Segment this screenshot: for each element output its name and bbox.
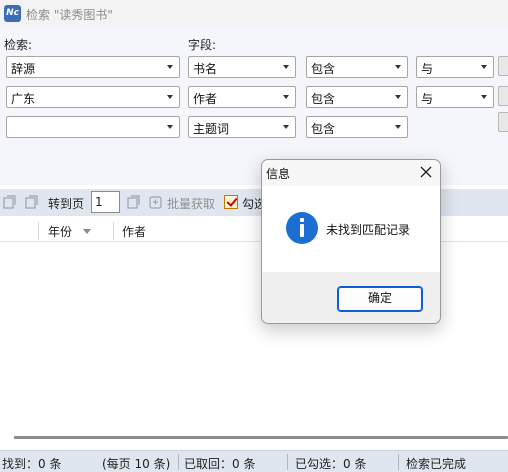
logic-value: 与	[421, 62, 434, 76]
field-combo-1[interactable]: 书名	[188, 56, 296, 78]
match-value: 包含	[311, 122, 336, 136]
status-separator	[178, 454, 179, 470]
status-found: 找到：0 条	[2, 457, 62, 471]
dialog-body: 未找到匹配记录	[262, 186, 440, 272]
chevron-down-icon	[395, 65, 401, 69]
search-term-combo-2[interactable]: 广东	[6, 86, 180, 108]
logic-combo-2[interactable]: 与	[416, 86, 494, 108]
prev-page-icon[interactable]	[24, 195, 39, 210]
chevron-down-icon	[167, 65, 173, 69]
side-action-button-3[interactable]	[498, 112, 508, 132]
search-term-value: 辞源	[11, 62, 36, 76]
ok-button[interactable]: 确定	[337, 286, 423, 312]
chevron-down-icon	[283, 65, 289, 69]
title-bar: Nc 检索 "读秀图书"	[0, 0, 508, 28]
status-bar: 找到：0 条 (每页 10 条) 已取回：0 条 已勾选：0 条 检索已完成	[0, 450, 508, 472]
batch-fetch-icon	[149, 196, 162, 209]
window-title: 检索 "读秀图书"	[26, 8, 113, 22]
field-value: 作者	[193, 92, 218, 106]
horizontal-scrollbar[interactable]	[14, 436, 508, 439]
match-combo-2[interactable]: 包含	[306, 86, 408, 108]
page-number-input[interactable]: 1	[91, 191, 120, 213]
match-value: 包含	[311, 92, 336, 106]
field-combo-2[interactable]: 作者	[188, 86, 296, 108]
info-dialog: 信息 未找到匹配记录 确定	[261, 159, 441, 324]
field-combo-3[interactable]: 主题词	[188, 116, 296, 138]
status-search-state: 检索已完成	[406, 457, 467, 471]
close-icon[interactable]	[419, 165, 433, 179]
column-separator	[113, 222, 114, 240]
chevron-down-icon	[167, 95, 173, 99]
goto-page-label: 转到页	[48, 197, 85, 211]
chevron-down-icon	[481, 95, 487, 99]
column-separator	[38, 222, 39, 240]
search-term-combo-3[interactable]	[6, 116, 180, 138]
search-term-value: 广东	[11, 92, 36, 106]
dialog-title: 信息	[266, 167, 291, 181]
sort-desc-icon	[83, 229, 91, 234]
side-action-button-2[interactable]	[498, 86, 508, 106]
chevron-down-icon	[283, 95, 289, 99]
match-combo-3[interactable]: 包含	[306, 116, 408, 138]
chevron-down-icon	[283, 125, 289, 129]
search-label: 检索:	[4, 38, 33, 52]
batch-fetch-button[interactable]: 批量获取	[167, 195, 215, 212]
column-header-author[interactable]: 作者	[122, 223, 146, 240]
field-value: 主题词	[193, 122, 230, 136]
status-separator	[398, 454, 399, 470]
app-icon: Nc	[4, 5, 21, 22]
logic-value: 与	[421, 92, 434, 106]
status-separator	[287, 454, 288, 470]
search-term-combo-1[interactable]: 辞源	[6, 56, 180, 78]
side-action-button-1[interactable]	[498, 56, 508, 76]
match-combo-1[interactable]: 包含	[306, 56, 408, 78]
chevron-down-icon	[167, 125, 173, 129]
chevron-down-icon	[395, 125, 401, 129]
match-value: 包含	[311, 62, 336, 76]
status-checked: 已勾选：0 条	[295, 457, 367, 471]
next-page-icon[interactable]	[126, 195, 141, 210]
status-retrieved: 已取回：0 条	[184, 457, 256, 471]
info-icon	[286, 212, 318, 244]
check-all-checkbox[interactable]	[224, 195, 238, 209]
logic-combo-1[interactable]: 与	[416, 56, 494, 78]
field-label: 字段:	[188, 38, 217, 52]
field-value: 书名	[193, 62, 218, 76]
column-header-year[interactable]: 年份	[48, 223, 72, 240]
first-page-icon[interactable]	[2, 195, 17, 210]
dialog-title-bar: 信息	[262, 160, 440, 186]
chevron-down-icon	[481, 65, 487, 69]
dialog-message: 未找到匹配记录	[326, 223, 411, 237]
status-per-page: (每页 10 条)	[102, 457, 171, 471]
chevron-down-icon	[395, 95, 401, 99]
